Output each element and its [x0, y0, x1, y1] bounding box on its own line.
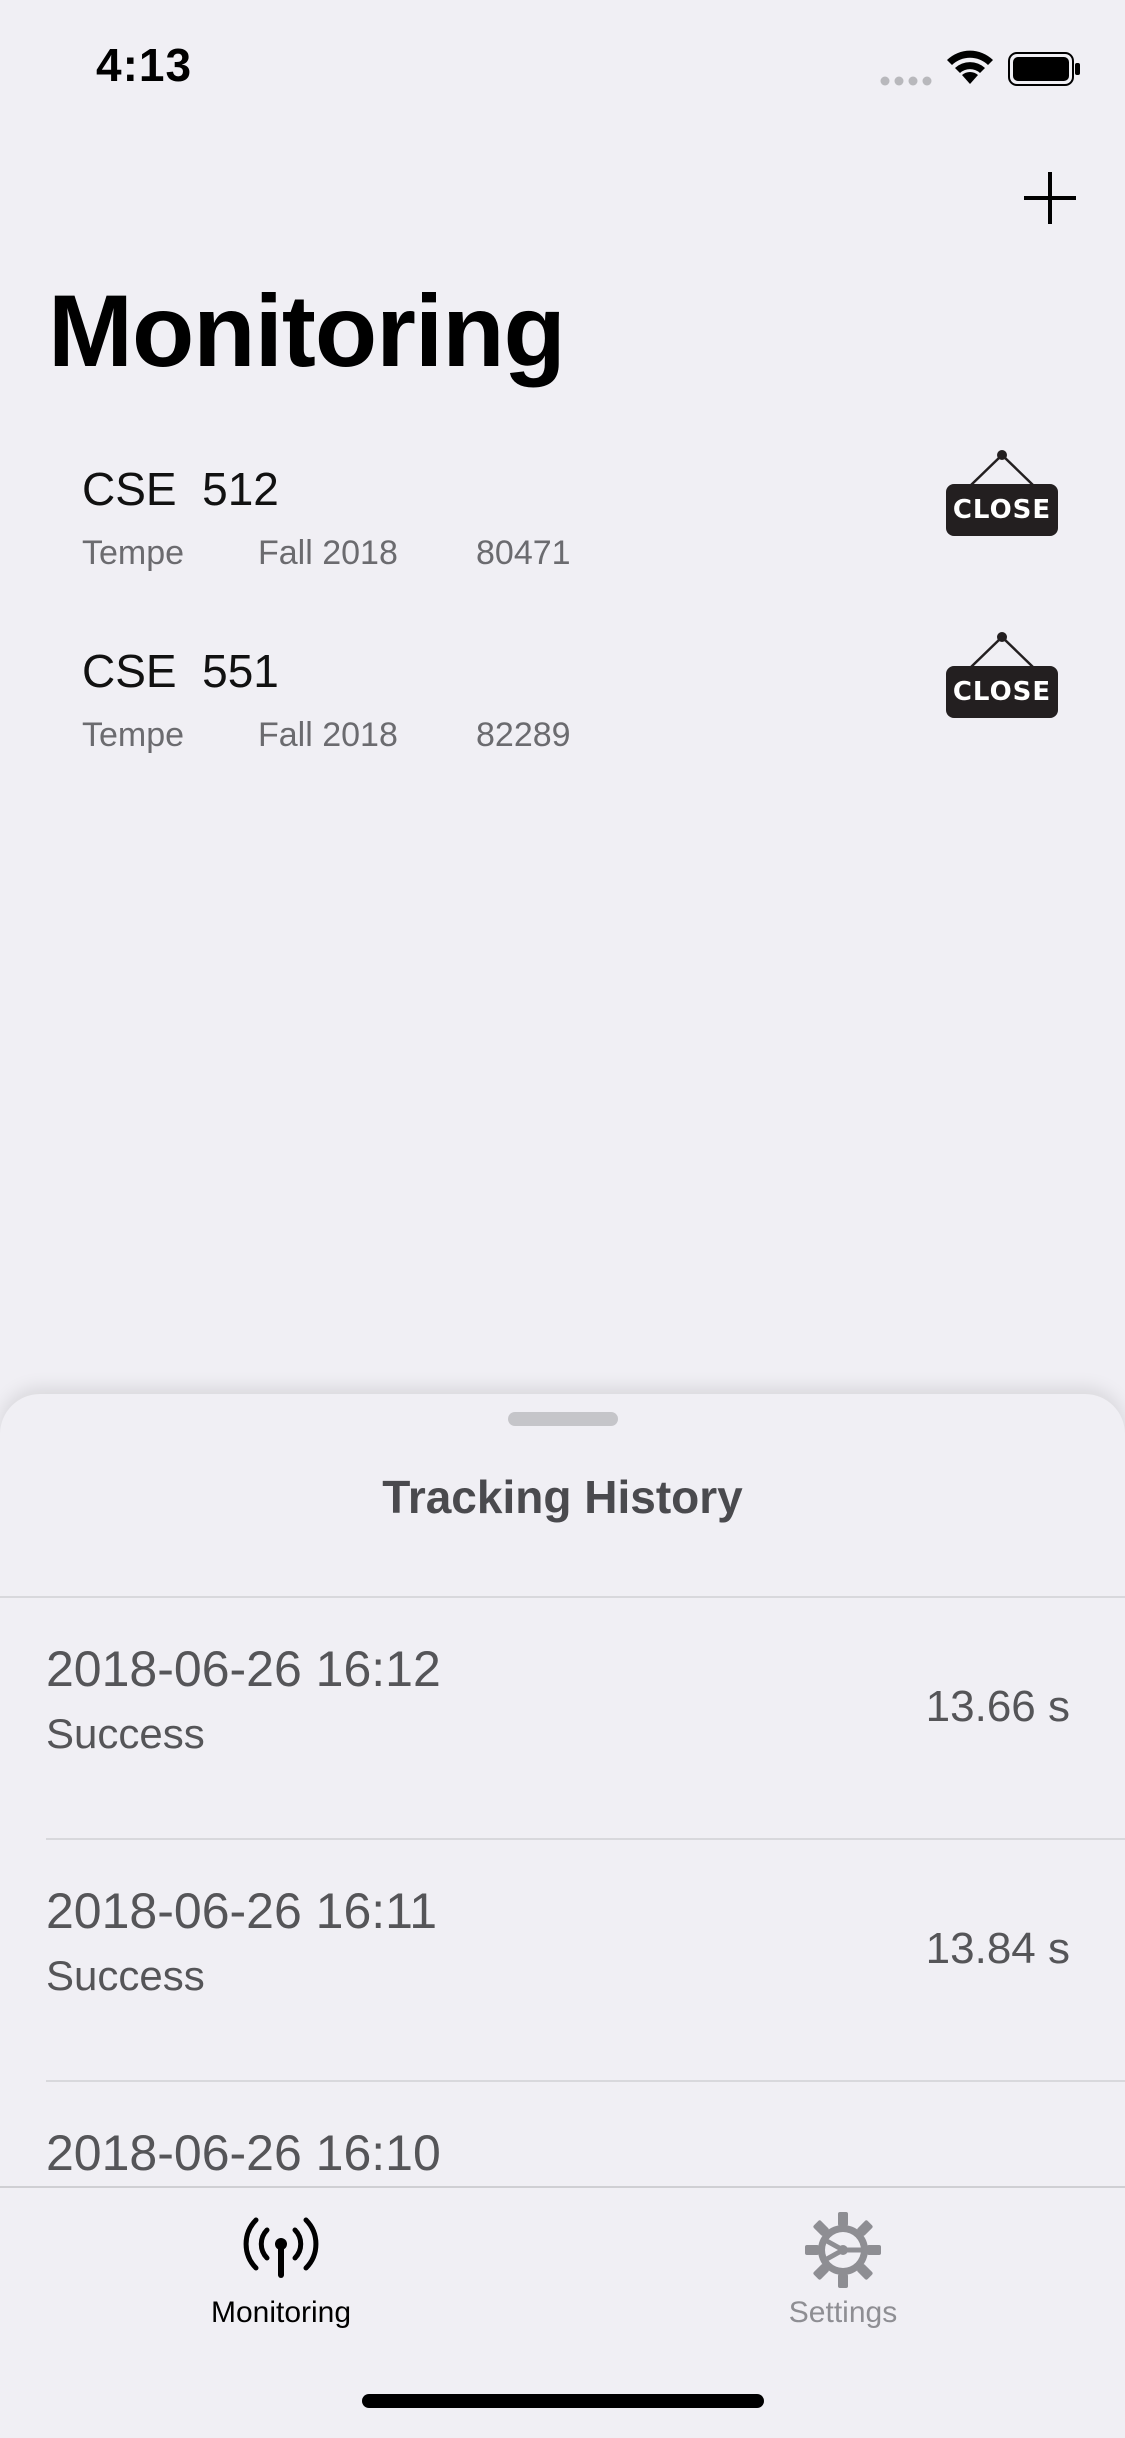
course-class-number: 80471	[476, 534, 571, 572]
close-sign-icon[interactable]: CLOSE	[944, 446, 1060, 546]
home-indicator[interactable]	[362, 2394, 764, 2408]
course-term: Fall 2018	[258, 534, 398, 572]
course-campus: Tempe	[82, 534, 185, 572]
course-campus: Tempe	[82, 716, 185, 754]
status-bar: 4:13	[0, 0, 1125, 132]
close-sign-text: CLOSE	[946, 484, 1058, 536]
course-row[interactable]: CSE 512 Tempe Fall 2018 80471 CLOSE	[0, 450, 1125, 642]
history-timestamp: 2018-06-26 16:11	[46, 1883, 438, 1939]
plus-icon	[1024, 172, 1076, 224]
add-course-button[interactable]	[1018, 166, 1082, 230]
course-class-number: 82289	[476, 716, 571, 754]
tab-monitoring[interactable]: Monitoring	[0, 2188, 562, 2338]
history-status: Success	[46, 1952, 205, 1999]
signal-bars-icon	[880, 76, 932, 86]
history-row[interactable]: 2018-06-26 16:11 Success 13.84 s	[0, 1840, 1125, 2082]
status-time: 4:13	[96, 39, 193, 91]
close-sign-text: CLOSE	[946, 666, 1058, 718]
history-timestamp: 2018-06-26 16:10	[46, 2125, 441, 2181]
close-sign-icon[interactable]: CLOSE	[944, 628, 1060, 728]
tab-settings[interactable]: Settings	[562, 2188, 1124, 2338]
page-title: Monitoring	[48, 274, 566, 388]
course-name: CSE 551	[82, 645, 279, 697]
course-row[interactable]: CSE 551 Tempe Fall 2018 82289 CLOSE	[0, 632, 1125, 824]
history-row[interactable]: 2018-06-26 16:12 Success 13.66 s	[0, 1598, 1125, 1840]
course-term: Fall 2018	[258, 716, 398, 754]
wifi-icon	[947, 50, 993, 84]
history-timestamp: 2018-06-26 16:12	[46, 1641, 441, 1697]
history-duration: 13.84 s	[925, 1924, 1070, 1973]
sheet-grabber[interactable]	[508, 1412, 618, 1426]
battery-icon	[1008, 52, 1080, 86]
antenna-icon	[243, 2217, 319, 2278]
history-duration: 13.66 s	[925, 1682, 1070, 1731]
tab-label: Monitoring	[210, 2296, 352, 2329]
gear-icon	[805, 2212, 881, 2288]
tab-label: Settings	[788, 2296, 898, 2329]
history-status: Success	[46, 1710, 205, 1757]
sheet-title: Tracking History	[382, 1471, 743, 1523]
course-name: CSE 512	[82, 463, 279, 515]
